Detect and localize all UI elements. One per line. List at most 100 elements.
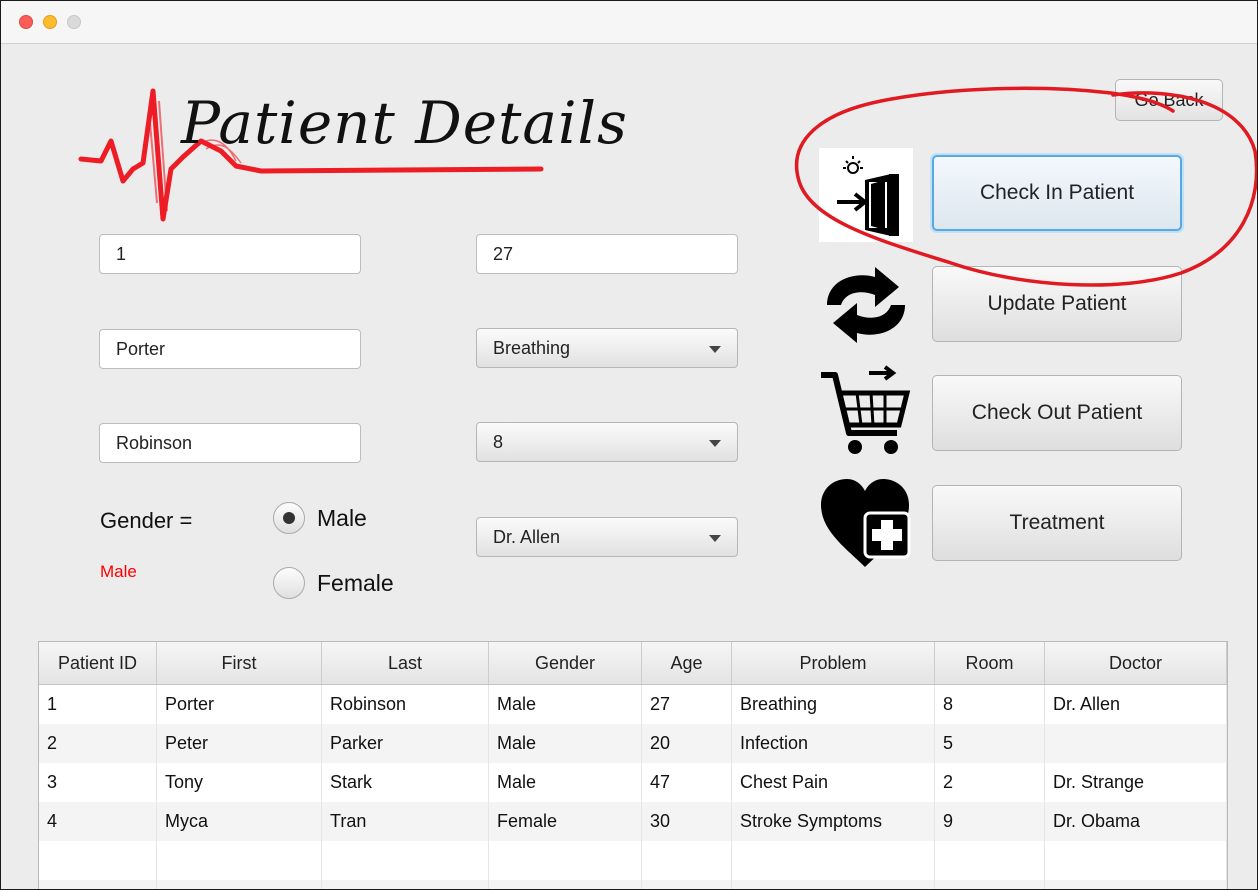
- table-cell-age: [642, 880, 732, 889]
- table-row[interactable]: 3 Tony Stark Male 47 Chest Pain 2 Dr. Strange: [39, 763, 1227, 802]
- table-row[interactable]: 4 Myca Tran Female 30 Stroke Symptoms 9 Dr. Oba…: [39, 802, 1227, 841]
- table-body: 1 Porter Robinson Male 27 Breathing 8 Dr. Allen…: [39, 685, 1227, 889]
- table-cell-room: [935, 841, 1045, 880]
- maximize-window-button[interactable]: [67, 15, 81, 29]
- table-cell-gender: Male: [489, 685, 642, 724]
- table-cell-problem: Stroke Symptoms: [732, 802, 935, 841]
- table-cell-problem: [732, 841, 935, 880]
- table-header-row: Patient ID First Last Gender Age Problem Room D…: [39, 642, 1227, 685]
- table-cell-doctor: Dr. Obama: [1045, 802, 1227, 841]
- table-cell-first: Peter: [157, 724, 322, 763]
- table-cell-first: [157, 880, 322, 889]
- close-window-button[interactable]: [19, 15, 33, 29]
- shopping-cart-icon: [821, 365, 911, 454]
- gender-value-text: Male: [100, 562, 137, 581]
- table-cell-room: 9: [935, 802, 1045, 841]
- check-out-patient-button[interactable]: Check Out Patient: [932, 375, 1182, 451]
- table-cell-problem: Breathing: [732, 685, 935, 724]
- table-cell-gender: [489, 880, 642, 889]
- table-cell-problem: Chest Pain: [732, 763, 935, 802]
- table-cell-first: Tony: [157, 763, 322, 802]
- refresh-arrows-icon: [827, 267, 905, 343]
- gender-label: Gender =: [100, 508, 193, 533]
- table-cell-gender: Male: [489, 763, 642, 802]
- table-cell-doctor: Dr. Strange: [1045, 763, 1227, 802]
- table-cell-gender: [489, 841, 642, 880]
- table-cell-room: 5: [935, 724, 1045, 763]
- check-in-patient-button[interactable]: Check In Patient: [932, 155, 1182, 231]
- table-cell-first: Porter: [157, 685, 322, 724]
- column-header-problem[interactable]: Problem: [732, 642, 935, 684]
- column-header-doctor[interactable]: Doctor: [1045, 642, 1227, 684]
- chevron-down-icon: [709, 440, 721, 447]
- table-cell-patient-id: 3: [39, 763, 157, 802]
- column-header-room[interactable]: Room: [935, 642, 1045, 684]
- table-cell-last: Parker: [322, 724, 489, 763]
- column-header-age[interactable]: Age: [642, 642, 732, 684]
- table-cell-room: 8: [935, 685, 1045, 724]
- table-row[interactable]: [39, 841, 1227, 880]
- table-cell-doctor: [1045, 724, 1227, 763]
- table-row[interactable]: 2 Peter Parker Male 20 Infection 5: [39, 724, 1227, 763]
- table-cell-patient-id: [39, 880, 157, 889]
- table-cell-last: Tran: [322, 802, 489, 841]
- table-cell-first: Myca: [157, 802, 322, 841]
- first-name-field[interactable]: [99, 329, 361, 369]
- table-cell-age: 30: [642, 802, 732, 841]
- chevron-down-icon: [709, 535, 721, 542]
- gender-radio-female[interactable]: Female: [273, 567, 394, 599]
- page-title: Patient Details: [181, 89, 628, 157]
- heart-plus-icon: [821, 479, 911, 567]
- column-header-first[interactable]: First: [157, 642, 322, 684]
- table-cell-doctor: [1045, 841, 1227, 880]
- table-cell-last: [322, 841, 489, 880]
- table-cell-doctor: Dr. Allen: [1045, 685, 1227, 724]
- doctor-dropdown-value: Dr. Allen: [493, 526, 561, 547]
- check-in-door-icon: [819, 148, 913, 242]
- update-patient-button[interactable]: Update Patient: [932, 266, 1182, 342]
- minimize-window-button[interactable]: [43, 15, 57, 29]
- radio-selected-icon: [273, 502, 305, 534]
- table-cell-room: 2: [935, 763, 1045, 802]
- room-dropdown[interactable]: 8: [476, 422, 738, 462]
- column-header-gender[interactable]: Gender: [489, 642, 642, 684]
- last-name-field[interactable]: [99, 423, 361, 463]
- table-cell-room: [935, 880, 1045, 889]
- table-cell-first: [157, 841, 322, 880]
- table-cell-patient-id: 4: [39, 802, 157, 841]
- chevron-down-icon: [709, 346, 721, 353]
- problem-dropdown-value: Breathing: [493, 337, 571, 358]
- patient-table[interactable]: Patient ID First Last Gender Age Problem Room D…: [38, 641, 1228, 889]
- table-cell-patient-id: 2: [39, 724, 157, 763]
- column-header-patient-id[interactable]: Patient ID: [39, 642, 157, 684]
- radio-unselected-icon: [273, 567, 305, 599]
- room-dropdown-value: 8: [493, 431, 504, 452]
- problem-dropdown[interactable]: Breathing: [476, 328, 738, 368]
- table-cell-age: 27: [642, 685, 732, 724]
- gender-radio-male[interactable]: Male: [273, 502, 367, 534]
- table-cell-patient-id: 1: [39, 685, 157, 724]
- table-cell-patient-id: [39, 841, 157, 880]
- table-cell-age: [642, 841, 732, 880]
- age-field[interactable]: [476, 234, 738, 274]
- gender-radio-label: Female: [317, 569, 394, 596]
- table-cell-doctor: [1045, 880, 1227, 889]
- title-bar: [1, 1, 1257, 44]
- gender-radio-label: Male: [317, 504, 367, 531]
- column-header-last[interactable]: Last: [322, 642, 489, 684]
- table-row[interactable]: [39, 880, 1227, 889]
- treatment-button[interactable]: Treatment: [932, 485, 1182, 561]
- table-cell-gender: Male: [489, 724, 642, 763]
- table-cell-age: 47: [642, 763, 732, 802]
- go-back-button[interactable]: Go Back: [1115, 79, 1223, 121]
- patient-id-field[interactable]: [99, 234, 361, 274]
- table-cell-gender: Female: [489, 802, 642, 841]
- table-cell-problem: [732, 880, 935, 889]
- table-cell-last: Robinson: [322, 685, 489, 724]
- table-cell-last: [322, 880, 489, 889]
- doctor-dropdown[interactable]: Dr. Allen: [476, 517, 738, 557]
- table-cell-problem: Infection: [732, 724, 935, 763]
- table-row[interactable]: 1 Porter Robinson Male 27 Breathing 8 Dr. Allen: [39, 685, 1227, 724]
- table-cell-age: 20: [642, 724, 732, 763]
- app-window: Patient Details Go Back Breathing 8 Dr. …: [0, 0, 1258, 890]
